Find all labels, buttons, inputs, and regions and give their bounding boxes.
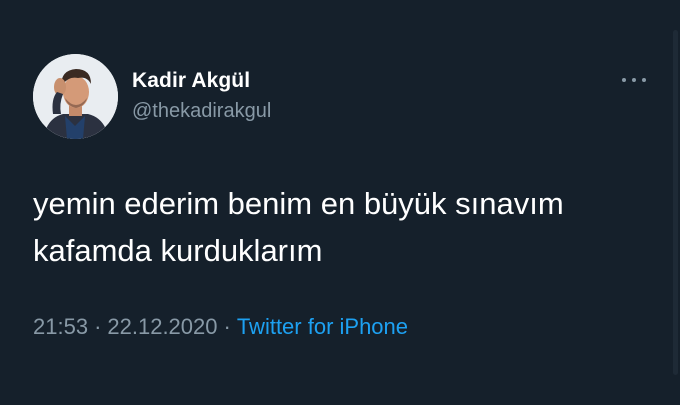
tweet-date[interactable]: 22.12.2020 — [107, 314, 217, 339]
author-display-name[interactable]: Kadir Akgül — [132, 69, 250, 93]
tweet-source-link[interactable]: Twitter for iPhone — [237, 314, 408, 339]
more-dot — [642, 78, 646, 82]
tweet-card: Kadir Akgül @thekadirakgul yemin ederim … — [0, 0, 680, 405]
tweet-line: kafamda kurduklarım — [33, 233, 323, 268]
tweet-line: yemin ederim benim en büyük sınavım — [33, 186, 564, 221]
tweet-meta: 21:53 · 22.12.2020 · Twitter for iPhone — [33, 314, 408, 340]
scrollbar[interactable] — [673, 30, 678, 375]
avatar[interactable] — [33, 54, 118, 139]
separator: · — [223, 314, 231, 339]
more-dot — [622, 78, 626, 82]
separator: · — [94, 314, 102, 339]
tweet-time[interactable]: 21:53 — [33, 314, 88, 339]
tweet-text: yemin ederim benim en büyük sınavım kafa… — [33, 180, 653, 274]
more-dot — [632, 78, 636, 82]
more-horizontal-icon[interactable] — [622, 72, 646, 88]
author-handle[interactable]: @thekadirakgul — [132, 100, 271, 123]
profile-photo — [33, 54, 118, 139]
